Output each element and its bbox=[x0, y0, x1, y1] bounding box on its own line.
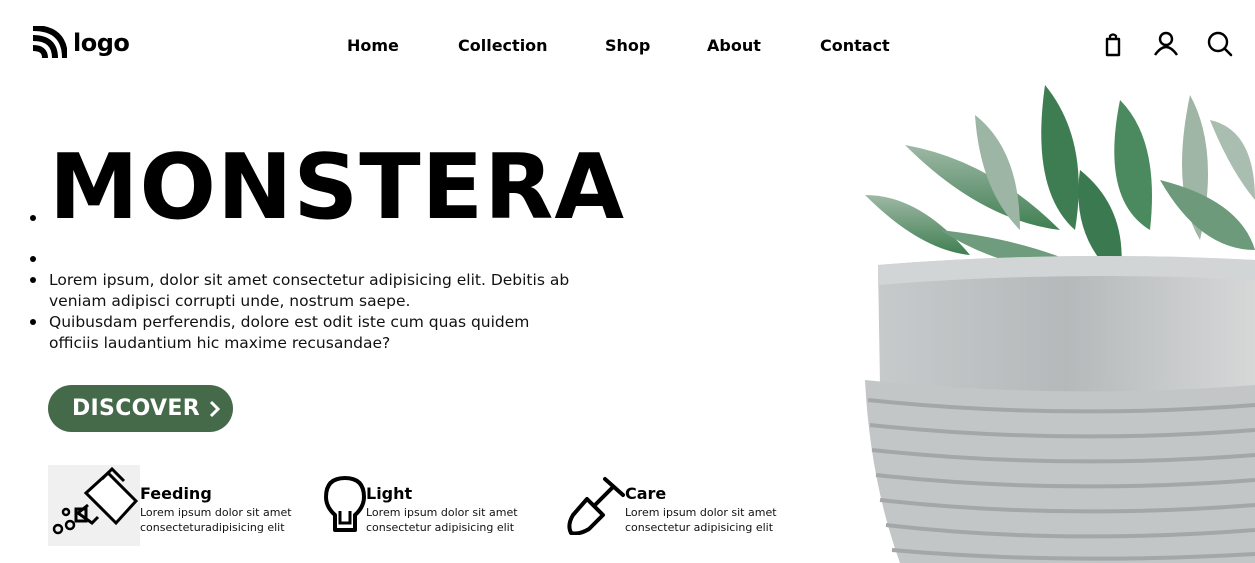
nav-collection[interactable]: Collection bbox=[458, 36, 548, 55]
feature-desc-line2: consectetur adipisicing elit bbox=[366, 521, 515, 534]
succulent-pot-image bbox=[865, 85, 1255, 563]
feature-title: Light bbox=[366, 484, 413, 503]
hero-paragraph-line: veniam adipisci corrupti unde, nostrum s… bbox=[49, 292, 411, 310]
header-actions bbox=[1055, 30, 1255, 60]
list-bullet bbox=[30, 215, 36, 221]
chevron-right-icon bbox=[209, 400, 221, 417]
feature-desc-line1: Lorem ipsum dolor sit amet bbox=[140, 506, 292, 519]
lightbulb-icon bbox=[324, 476, 366, 532]
search-icon[interactable] bbox=[1206, 30, 1234, 58]
nav-home[interactable]: Home bbox=[347, 36, 399, 55]
nav-contact[interactable]: Contact bbox=[820, 36, 890, 55]
feature-desc-line1: Lorem ipsum dolor sit amet bbox=[625, 506, 777, 519]
discover-button[interactable]: DISCOVER bbox=[48, 385, 233, 432]
feature-title: Feeding bbox=[140, 484, 212, 503]
list-bullet bbox=[30, 256, 36, 262]
hero-paragraph-line: Quibusdam perferendis, dolore est odit i… bbox=[49, 313, 530, 331]
feature-title: Care bbox=[625, 484, 667, 503]
user-icon[interactable] bbox=[1152, 30, 1180, 58]
list-bullet bbox=[30, 319, 36, 325]
discover-button-label: DISCOVER bbox=[72, 396, 200, 421]
nav-shop[interactable]: Shop bbox=[605, 36, 650, 55]
nav-about[interactable]: About bbox=[707, 36, 761, 55]
shovel-icon bbox=[567, 477, 625, 535]
watering-can-icon bbox=[48, 465, 140, 546]
feature-desc-line2: consectetur adipisicing elit bbox=[625, 521, 774, 534]
feature-desc-line1: Lorem ipsum dolor sit amet bbox=[366, 506, 518, 519]
shopping-bag-icon[interactable] bbox=[1099, 30, 1127, 58]
hero-paragraph-line: Lorem ipsum, dolor sit amet consectetur … bbox=[49, 271, 570, 289]
hero-paragraph-line: officiis laudantium hic maxime recusanda… bbox=[49, 334, 391, 352]
list-bullet bbox=[30, 277, 36, 283]
hero-title: MONSTERA bbox=[49, 135, 626, 240]
feature-desc-line2: consecteturadipisicing elit bbox=[140, 521, 285, 534]
